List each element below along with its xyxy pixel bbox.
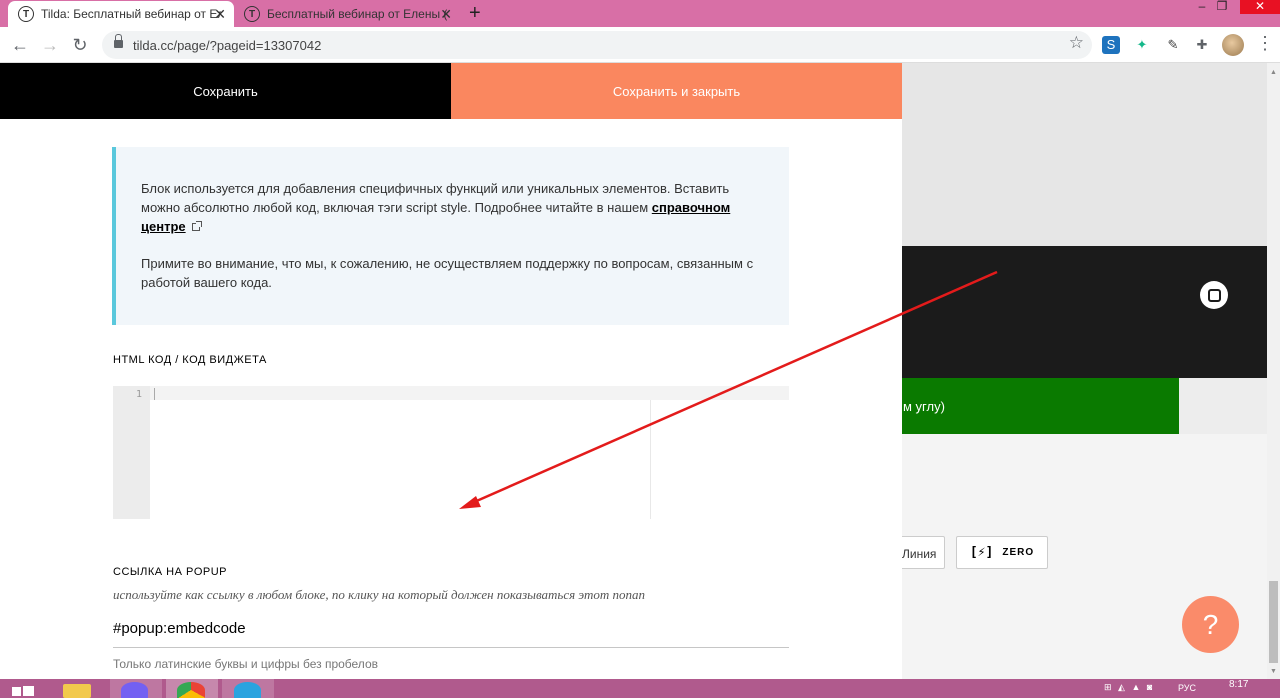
zero-block-label: ZERO — [1002, 547, 1035, 558]
info-box: Блок используется для добавления специфи… — [112, 147, 789, 325]
extension-tilda-icon[interactable]: ✦ — [1133, 36, 1151, 54]
green-button-label: м углу) — [903, 399, 945, 414]
chrome-icon[interactable] — [166, 679, 218, 698]
profile-avatar[interactable] — [1222, 34, 1244, 56]
browser-tab-webinar[interactable]: T Бесплатный вебинар от Елены ( ✕ — [234, 1, 460, 27]
bookmark-star-icon[interactable]: ☆ — [1069, 33, 1084, 53]
windows-taskbar: ⊞ ◭ ▲ ◙ РУС 8:17 — [0, 679, 1280, 698]
print-margin-line — [650, 400, 651, 519]
page-viewport: м углу) Линия [⚡] ZERO ? ▲ ▼ Сохранить С… — [0, 63, 1280, 679]
tilda-favicon-icon: T — [244, 6, 260, 22]
popup-link-hint: используйте как ссылку в любом блоке, по… — [113, 587, 645, 602]
popup-input-underline — [113, 647, 789, 648]
background-block-dark — [902, 246, 1267, 378]
url-text: tilda.cc/page/?pageid=13307042 — [133, 38, 322, 53]
tilda-favicon-icon: T — [18, 6, 34, 22]
taskbar-clock[interactable]: 8:17 — [1229, 679, 1248, 690]
browser-toolbar: ← → ↻ tilda.cc/page/?pageid=13307042 ☆ S… — [0, 27, 1280, 63]
back-arrow-icon[interactable]: ← — [8, 33, 32, 57]
external-link-icon — [191, 221, 202, 231]
scroll-down-arrow-icon[interactable]: ▼ — [1270, 668, 1277, 675]
close-tab-icon[interactable]: ✕ — [214, 6, 226, 23]
address-bar[interactable]: tilda.cc/page/?pageid=13307042 ☆ — [102, 31, 1092, 59]
browser-tab-strip: T Tilda: Бесплатный вебинар от Ел ✕ T Бе… — [0, 0, 1280, 27]
text-cursor — [154, 388, 155, 400]
html-code-label: HTML КОД / КОД ВИДЖЕТА — [113, 354, 267, 366]
file-explorer-icon[interactable] — [60, 679, 94, 698]
tab-title: Бесплатный вебинар от Елены ( — [267, 7, 447, 21]
language-indicator[interactable]: РУС — [1178, 683, 1196, 693]
html-code-editor[interactable]: 1 — [113, 386, 789, 519]
lock-icon — [114, 34, 123, 49]
maximize-icon[interactable]: ❐ — [1204, 0, 1240, 14]
instagram-icon[interactable] — [1200, 281, 1228, 309]
save-button[interactable]: Сохранить — [0, 63, 451, 119]
help-button[interactable]: ? — [1182, 596, 1239, 653]
close-tab-icon[interactable]: ✕ — [440, 6, 452, 23]
extension-eyedropper-icon[interactable]: ✎ — [1164, 36, 1182, 54]
tab-title: Tilda: Бесплатный вебинар от Ел — [41, 7, 221, 21]
active-line-highlight — [150, 386, 789, 400]
zero-block-button[interactable]: [⚡] ZERO — [956, 536, 1048, 569]
background-block-light — [902, 63, 1280, 246]
popup-link-note: Только латинские буквы и цифры без пробе… — [113, 657, 378, 671]
scroll-up-arrow-icon[interactable]: ▲ — [1270, 69, 1277, 76]
extensions-puzzle-icon[interactable]: ✚ — [1193, 36, 1211, 54]
line-number: 1 — [135, 389, 142, 400]
forward-arrow-icon[interactable]: → — [38, 33, 62, 57]
windows-start-icon[interactable] — [12, 679, 38, 698]
browser-tab-tilda[interactable]: T Tilda: Бесплатный вебинар от Ел ✕ — [8, 1, 234, 27]
info-paragraph: Блок используется для добавления специфи… — [141, 179, 765, 236]
system-tray-icons[interactable]: ⊞ ◭ ▲ ◙ — [1104, 682, 1154, 693]
extension-s-icon[interactable]: S — [1102, 36, 1120, 54]
new-tab-plus-icon[interactable]: + — [469, 0, 481, 26]
save-and-close-button[interactable]: Сохранить и закрыть — [451, 63, 902, 119]
code-gutter — [113, 386, 150, 519]
popup-link-label: ССЫЛКА НА POPUP — [113, 566, 227, 578]
info-text: Блок используется для добавления специфи… — [141, 181, 730, 215]
menu-kebab-icon[interactable]: ⋮ — [1256, 33, 1274, 54]
popup-link-input[interactable]: #popup:embedcode — [113, 620, 246, 637]
reload-icon[interactable]: ↻ — [68, 33, 92, 57]
scrollbar-thumb[interactable] — [1269, 581, 1278, 663]
viber-icon[interactable] — [110, 679, 162, 698]
info-support-note: Примите во внимание, что мы, к сожалению… — [141, 256, 754, 290]
block-settings-panel: Сохранить Сохранить и закрыть Блок испол… — [0, 63, 902, 679]
zero-block-icon: [⚡] — [969, 545, 994, 560]
close-window-icon[interactable]: ✕ — [1240, 0, 1280, 14]
telegram-icon[interactable] — [222, 679, 274, 698]
